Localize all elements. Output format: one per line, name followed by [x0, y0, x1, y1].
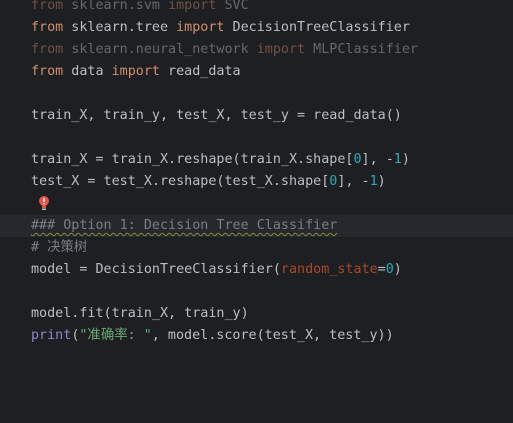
code-text: test_X = test_X.reshape(test_X.shape[ — [31, 174, 330, 189]
number-literal: 0 — [385, 262, 394, 277]
code-line-16[interactable]: print("准确率: ", model.score(test_X, test_… — [0, 325, 513, 347]
comment-text: # 决策树 — [31, 240, 88, 255]
code-text: sklearn.svm — [63, 0, 169, 13]
code-text: SVC — [216, 0, 249, 13]
keyword: from — [31, 64, 64, 79]
code-line-2[interactable]: from sklearn.tree import DecisionTreeCla… — [0, 17, 513, 39]
builtin-name: print — [31, 328, 72, 343]
number-literal: 1 — [393, 152, 402, 167]
code-line-11[interactable]: ### Option 1: Decision Tree Classifier — [0, 215, 513, 237]
code-line-3[interactable]: from sklearn.neural_network import MLPCl… — [0, 39, 513, 61]
code-text: sklearn.neural_network — [63, 42, 257, 57]
param-name: random_state — [280, 262, 378, 277]
code-text: ) — [377, 174, 386, 189]
code-line-13[interactable]: model = DecisionTreeClassifier(random_st… — [0, 259, 513, 281]
keyword: import — [256, 42, 306, 57]
code-line-9[interactable]: test_X = test_X.reshape(test_X.shape[0],… — [0, 171, 513, 193]
keyword: from — [31, 42, 64, 57]
code-line-15[interactable]: model.fit(train_X, train_y) — [0, 303, 513, 325]
code-text: ], - — [337, 174, 370, 189]
red-lightbulb-icon[interactable] — [37, 195, 51, 211]
code-text: MLPClassifier — [305, 42, 418, 57]
code-line-6[interactable]: train_X, train_y, test_X, test_y = read_… — [0, 105, 513, 127]
code-text: ) — [393, 262, 402, 277]
number-literal: 0 — [353, 152, 362, 167]
code-editor[interactable]: from sklearn.svm import SVC from sklearn… — [0, 0, 513, 423]
code-text: read_data — [160, 64, 241, 79]
keyword: from — [31, 0, 64, 13]
string-literal: "准确率: " — [79, 328, 152, 343]
comment-text: ### Option 1: Decision Tree Classifier — [31, 218, 338, 233]
code-line-4[interactable]: from data import read_data — [0, 61, 513, 83]
code-text: sklearn.tree — [63, 20, 177, 35]
code-text: train_X = train_X.reshape(train_X.shape[ — [31, 152, 354, 167]
keyword: from — [31, 20, 64, 35]
code-text: , model.score(test_X, test_y)) — [151, 328, 394, 343]
code-text: = — [377, 262, 386, 277]
code-line-12[interactable]: # 决策树 — [0, 237, 513, 259]
keyword: import — [168, 0, 217, 13]
code-text: data — [63, 64, 112, 79]
code-line-1[interactable]: from sklearn.svm import SVC — [0, 0, 513, 17]
code-text: train_X, train_y, test_X, test_y = read_… — [31, 108, 402, 123]
number-literal: 1 — [369, 174, 378, 189]
keyword: import — [176, 20, 225, 35]
code-text: ) — [401, 152, 410, 167]
code-text: ], - — [361, 152, 394, 167]
keyword: import — [111, 64, 160, 79]
code-text: model = DecisionTreeClassifier( — [31, 262, 281, 277]
code-text: DecisionTreeClassifier — [224, 20, 410, 35]
code-text: model.fit(train_X, train_y) — [31, 306, 249, 321]
code-line-8[interactable]: train_X = train_X.reshape(train_X.shape[… — [0, 149, 513, 171]
